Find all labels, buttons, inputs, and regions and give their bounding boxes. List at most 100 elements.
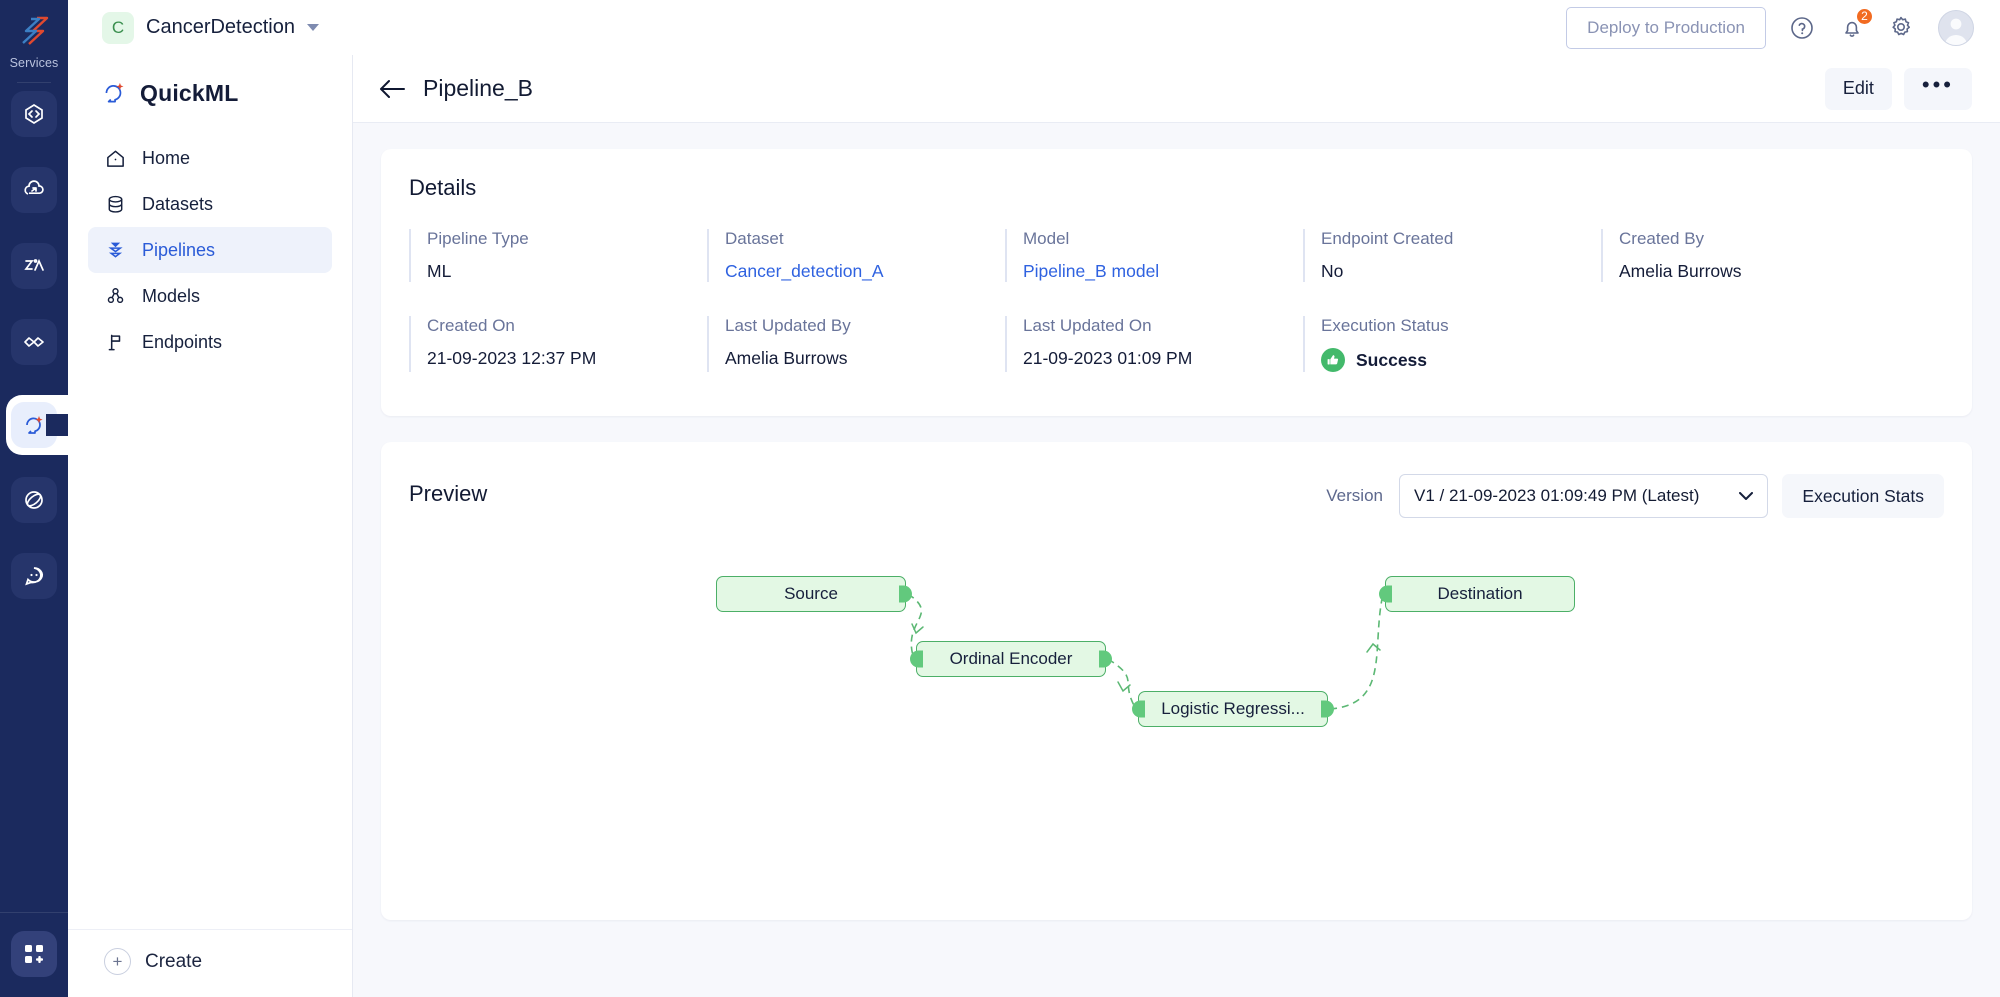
sidebar-item-home[interactable]: Home [88, 135, 332, 181]
sidebar-item-label: Endpoints [142, 331, 223, 352]
detail-value: ML [427, 261, 452, 281]
sidebar-item-label: Pipelines [142, 239, 216, 260]
sidebar-item-datasets[interactable]: Datasets [88, 181, 332, 227]
deploy-to-production-button[interactable]: Deploy to Production [1566, 6, 1766, 49]
detail-label: Created By [1619, 229, 1705, 248]
edit-button[interactable]: Edit [1824, 67, 1892, 110]
rail-item-cloud-app[interactable] [11, 167, 57, 213]
node-input-port[interactable] [1379, 585, 1392, 603]
execution-stats-button[interactable]: Execution Stats [1782, 474, 1944, 518]
preview-title: Preview [409, 481, 488, 506]
node-input-port[interactable] [1132, 700, 1145, 718]
detail-label: Endpoint Created [1321, 229, 1454, 248]
detail-created-by: Created By Amelia Burrows [1601, 229, 1742, 282]
detail-value: Amelia Burrows [1619, 261, 1742, 281]
details-title: Details [409, 175, 477, 200]
rail-divider [17, 82, 51, 83]
pipeline-node-source[interactable]: Source [716, 576, 912, 612]
model-link[interactable]: Pipeline_B model [1023, 261, 1303, 282]
detail-last-updated-on: Last Updated On 21-09-2023 01:09 PM [1005, 316, 1303, 372]
services-label: Services [9, 56, 59, 70]
preview-header: Preview Version V1 / 21-09-2023 01:09:49… [381, 442, 1972, 518]
pipeline-icon [104, 239, 126, 261]
detail-value: No [1321, 261, 1344, 281]
details-row-1: Pipeline Type ML Dataset Cancer_detectio… [381, 201, 1972, 282]
rail-item-code-app[interactable] [11, 91, 57, 137]
preview-controls: Version V1 / 21-09-2023 01:09:49 PM (Lat… [1326, 474, 1944, 518]
pipeline-node-ordinal-encoder[interactable]: Ordinal Encoder [910, 641, 1112, 677]
sidebar-nav: Home Datasets Pipelines Models Endpoints [68, 135, 352, 365]
version-label: Version [1326, 486, 1383, 505]
user-avatar[interactable] [1938, 9, 1974, 46]
detail-label: Dataset [725, 229, 784, 248]
help-circle-icon[interactable] [1788, 14, 1816, 42]
create-label: Create [145, 950, 203, 972]
detail-last-updated-by: Last Updated By Amelia Burrows [707, 316, 1005, 372]
preview-card: Preview Version V1 / 21-09-2023 01:09:49… [381, 442, 1972, 920]
detail-execution-status: Execution Status Success [1303, 316, 1449, 372]
gear-icon[interactable] [1888, 14, 1916, 42]
top-bar: C CancerDetection Deploy to Production 2 [68, 0, 2000, 55]
version-selected-value: V1 / 21-09-2023 01:09:49 PM (Latest) [1413, 486, 1700, 505]
quickml-brand: QuickML [100, 79, 352, 107]
dataset-link[interactable]: Cancer_detection_A [725, 261, 1005, 282]
create-button[interactable]: + Create [68, 929, 352, 997]
brand-name: QuickML [140, 79, 239, 106]
detail-label: Last Updated On [1023, 316, 1152, 335]
detail-label: Last Updated By [725, 316, 851, 335]
detail-endpoint-created: Endpoint Created No [1303, 229, 1601, 282]
quickml-logo-icon [105, 82, 124, 103]
detail-value: Amelia Burrows [725, 348, 848, 368]
page-title: Pipeline_B [423, 75, 533, 101]
sidebar-item-endpoints[interactable]: Endpoints [88, 319, 332, 365]
status-label: Success [1356, 349, 1428, 370]
bell-icon[interactable]: 2 [1838, 6, 1874, 42]
details-row-2: Created On 21-09-2023 12:37 PM Last Upda… [381, 282, 1972, 416]
more-options-button[interactable]: ••• [1903, 67, 1972, 110]
pipeline-node-logistic-regression[interactable]: Logistic Regressi... [1132, 691, 1334, 727]
rail-item-chat-app[interactable] [11, 553, 57, 599]
sidebar-item-label: Home [142, 147, 191, 168]
node-label: Destination [1437, 584, 1523, 603]
node-label: Ordinal Encoder [949, 649, 1073, 668]
project-selector[interactable]: C CancerDetection [102, 11, 319, 44]
app-rail: Services [0, 0, 78, 997]
rail-item-orbit-app[interactable] [11, 477, 57, 523]
detail-model: Model Pipeline_B model [1005, 229, 1303, 282]
rail-item-quickml-wrap [0, 395, 78, 455]
all-apps-grid-icon[interactable] [11, 931, 57, 977]
rail-item-flow-app[interactable] [11, 319, 57, 365]
top-bar-actions: Deploy to Production 2 [1566, 6, 1974, 49]
flag-icon [104, 331, 126, 353]
models-icon [104, 285, 126, 307]
chevron-down-icon [306, 24, 319, 31]
version-select[interactable]: V1 / 21-09-2023 01:09:49 PM (Latest) [1398, 474, 1769, 518]
company-logo-icon [11, 8, 57, 54]
back-arrow-icon[interactable] [375, 72, 409, 106]
database-icon [104, 193, 126, 215]
detail-dataset: Dataset Cancer_detection_A [707, 229, 1005, 282]
sidebar-item-label: Models [142, 285, 201, 306]
project-avatar: C [102, 11, 134, 44]
detail-label: Created On [427, 316, 515, 335]
rail-item-quickml-app[interactable] [11, 402, 68, 448]
notification-count-badge: 2 [1855, 6, 1874, 26]
sidebar-item-label: Datasets [142, 193, 214, 214]
sidebar-item-pipelines[interactable]: Pipelines [88, 227, 332, 273]
node-input-port[interactable] [910, 650, 923, 668]
main-content: Pipeline_B Edit ••• Details Pipeline Typ… [353, 55, 2000, 997]
chevron-down-icon [1739, 491, 1754, 500]
sidebar-item-models[interactable]: Models [88, 273, 332, 319]
quickml-sidebar: QuickML Home Datasets Pipelines Models E… [68, 55, 353, 997]
plus-icon: + [104, 948, 131, 975]
pipeline-canvas[interactable]: Source Ordinal Encoder Logistic Regressi… [381, 528, 1972, 920]
detail-label: Execution Status [1321, 316, 1449, 335]
detail-value: 21-09-2023 12:37 PM [427, 348, 597, 368]
detail-label: Pipeline Type [427, 229, 529, 248]
page-header: Pipeline_B Edit ••• [353, 55, 2000, 123]
detail-pipeline-type: Pipeline Type ML [409, 229, 707, 282]
rail-item-analytics-app[interactable] [11, 243, 57, 289]
detail-value: 21-09-2023 01:09 PM [1023, 348, 1193, 368]
pipeline-node-destination[interactable]: Destination [1379, 576, 1575, 612]
detail-label: Model [1023, 229, 1070, 248]
